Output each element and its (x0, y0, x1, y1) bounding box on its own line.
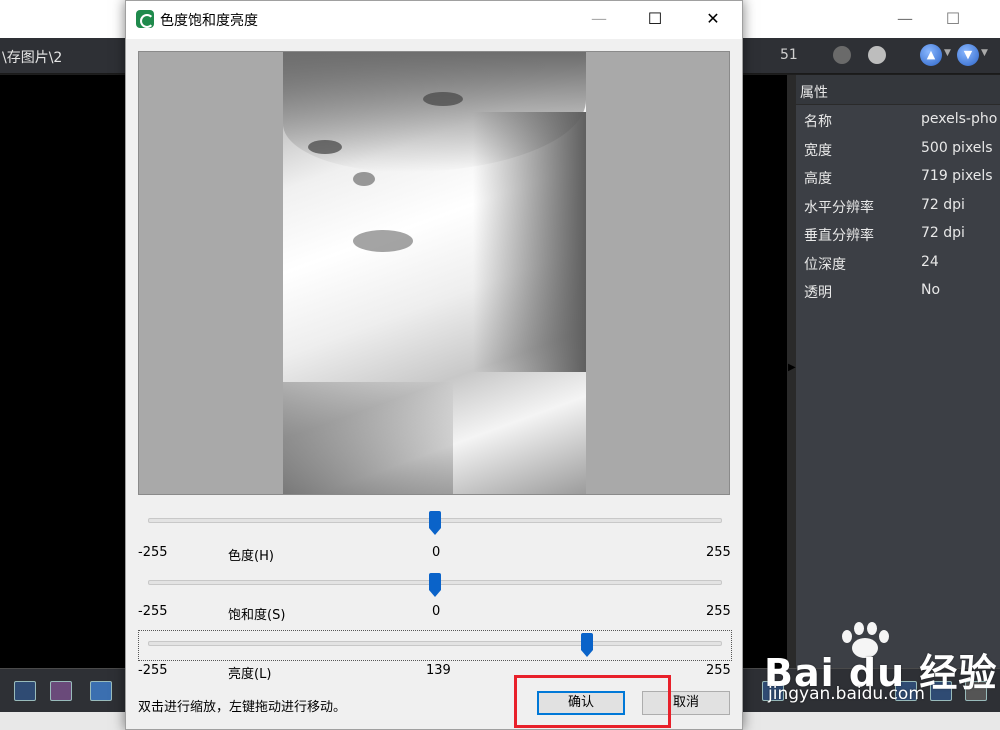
hsl-dialog: 色度饱和度亮度 — ☐ ✕ -255 色度(H) 0 255 -255 饱和度(… (125, 0, 743, 730)
hue-min-label: -255 (138, 545, 168, 560)
app-logo-icon (136, 10, 154, 28)
nav-up-caret-icon[interactable]: ▼ (944, 48, 951, 58)
image-canvas-left (0, 75, 125, 668)
app-minimize-button[interactable]: — (882, 0, 928, 38)
property-value: pexels-pho (921, 111, 998, 127)
property-row: 位深度 24 (796, 248, 1000, 277)
dialog-minimize-button[interactable]: — (576, 1, 622, 39)
hue-slider-thumb[interactable] (429, 511, 441, 535)
lightness-label: 亮度(L) (228, 667, 272, 682)
hue-label: 色度(H) (228, 549, 274, 564)
color-adjust-icon[interactable] (50, 681, 72, 701)
property-value: 24 (921, 253, 939, 270)
property-key: 名称 (804, 114, 832, 130)
saturation-min-label: -255 (138, 604, 168, 619)
dot-button-dark[interactable] (833, 46, 851, 64)
saturation-label: 饱和度(S) (228, 608, 286, 623)
property-row: 名称 pexels-pho (796, 105, 1000, 134)
property-value: 719 pixels (921, 168, 993, 184)
property-key: 宽度 (804, 142, 832, 159)
properties-header: 属性 (796, 75, 1000, 105)
property-key: 高度 (804, 171, 832, 187)
photo-eye-right (423, 92, 463, 106)
photo-eye-left (308, 140, 342, 154)
property-row: 透明 No (796, 276, 1000, 305)
hue-value: 0 (432, 545, 441, 560)
saturation-max-label: 255 (706, 604, 731, 619)
saturation-value: 0 (432, 604, 441, 619)
image-canvas-right (743, 75, 787, 668)
photo-shadow (283, 382, 453, 494)
photo-hair-shade-side (473, 112, 586, 372)
lightness-slider-track[interactable] (148, 641, 722, 646)
splitter-arrow-icon[interactable]: ▶ (788, 362, 796, 373)
dot-button-light[interactable] (868, 46, 886, 64)
folder-path: \存图片\2 (2, 50, 63, 66)
property-key: 垂直分辨率 (804, 228, 874, 244)
baidu-jingyan-watermark: Bai du 经验 jingyan.baidu.com (760, 620, 1000, 710)
dialog-maximize-button[interactable]: ☐ (632, 1, 678, 39)
preview-photo (283, 52, 586, 494)
property-row: 宽度 500 pixels (796, 134, 1000, 163)
watermark-url: jingyan.baidu.com (768, 684, 925, 704)
hint-text: 双击进行缩放，左键拖动进行移动。 (138, 700, 347, 715)
image-preview[interactable] (138, 51, 730, 495)
property-value: No (921, 282, 941, 298)
nav-down-icon[interactable]: ▼ (957, 44, 979, 66)
photo-nose (353, 172, 375, 186)
dialog-title: 色度饱和度亮度 (160, 13, 258, 29)
lightness-value: 139 (426, 663, 451, 678)
nav-down-caret-icon[interactable]: ▼ (981, 48, 988, 58)
edit-icon[interactable] (90, 681, 112, 701)
fit-screen-icon[interactable] (14, 681, 36, 701)
dialog-close-button[interactable]: ✕ (690, 1, 736, 39)
property-value: 500 pixels (921, 139, 993, 156)
image-count: 51 (780, 47, 798, 63)
app-maximize-button[interactable]: ☐ (930, 0, 976, 38)
annotation-highlight-box (514, 675, 671, 728)
dialog-titlebar[interactable]: 色度饱和度亮度 — ☐ ✕ (126, 1, 742, 39)
nav-up-icon[interactable]: ▲ (920, 44, 942, 66)
property-value: 72 dpi (921, 225, 965, 241)
property-row: 垂直分辨率 72 dpi (796, 219, 1000, 248)
hue-max-label: 255 (706, 545, 731, 560)
properties-panel: 属性 名称 pexels-pho 宽度 500 pixels 高度 719 pixel… (796, 75, 1000, 668)
lightness-slider-thumb[interactable] (581, 633, 593, 657)
property-row: 高度 719 pixels (796, 162, 1000, 191)
property-key: 水平分辨率 (804, 199, 874, 216)
property-row: 水平分辨率 72 dpi (796, 191, 1000, 220)
saturation-slider-thumb[interactable] (429, 573, 441, 597)
lightness-min-label: -255 (138, 663, 168, 678)
property-key: 透明 (804, 285, 832, 301)
property-value: 72 dpi (921, 196, 965, 213)
property-key: 位深度 (804, 256, 846, 273)
lightness-max-label: 255 (706, 663, 731, 678)
photo-lips (353, 230, 413, 252)
